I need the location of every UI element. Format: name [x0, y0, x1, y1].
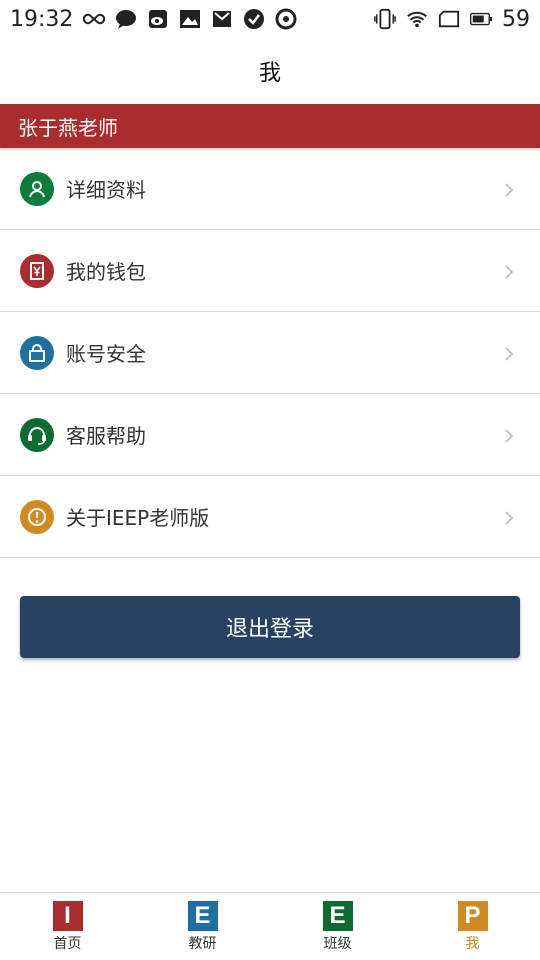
nav-label: 教研 — [188, 935, 217, 952]
status-time: 19:32 — [10, 6, 74, 32]
menu-item-label: 客服帮助 — [66, 424, 146, 448]
home-icon: I — [52, 900, 83, 931]
wifi-icon — [406, 8, 428, 30]
menu-item-security[interactable]: 账号安全 — [0, 312, 540, 394]
menu-item-support[interactable]: 客服帮助 — [0, 394, 540, 476]
infinity-icon — [83, 8, 106, 30]
menu-item-wallet[interactable]: 我的钱包 — [0, 230, 540, 312]
check-icon — [243, 8, 265, 30]
menu-item-profile[interactable]: 详细资料 — [0, 148, 540, 230]
logout-label: 退出登录 — [225, 617, 314, 642]
vibrate-icon — [374, 8, 396, 30]
nav-item-me[interactable]: P 我 — [405, 893, 540, 960]
info-icon — [20, 499, 54, 534]
chat-icon — [115, 8, 137, 30]
nav-label: 我 — [465, 935, 480, 952]
image-icon — [179, 8, 201, 30]
class-icon: E — [322, 900, 353, 931]
wallet-icon — [20, 253, 54, 288]
menu-item-label: 详细资料 — [66, 178, 146, 202]
status-right: 59 — [374, 7, 530, 32]
settings-menu: 详细资料 我的钱包 账号安全 客服帮助 关于IEEP老师版 — [0, 148, 540, 558]
chevron-right-icon — [502, 346, 516, 361]
page-title: 我 — [258, 61, 281, 86]
page-header: 我 — [0, 38, 540, 104]
menu-item-label: 账号安全 — [66, 342, 146, 366]
logout-button[interactable]: 退出登录 — [20, 596, 520, 658]
research-icon: E — [187, 900, 218, 931]
chevron-right-icon — [502, 182, 516, 197]
menu-item-label: 我的钱包 — [66, 260, 146, 284]
user-name: 张于燕老师 — [18, 115, 118, 140]
nav-item-research[interactable]: E 教研 — [135, 893, 270, 960]
status-bar: 19:32 59 — [0, 0, 540, 38]
weibo-icon — [147, 8, 169, 30]
status-left: 19:32 — [10, 7, 297, 32]
user-icon — [20, 171, 54, 206]
lock-icon — [20, 335, 54, 370]
nav-item-home[interactable]: I 首页 — [0, 893, 135, 960]
bottom-nav: I 首页 E 教研 E 班级 P 我 — [0, 892, 540, 960]
sync-icon — [275, 8, 297, 30]
menu-item-label: 关于IEEP老师版 — [66, 506, 210, 530]
menu-item-about[interactable]: 关于IEEP老师版 — [0, 476, 540, 558]
nav-label: 班级 — [323, 935, 352, 952]
me-icon: P — [457, 900, 488, 931]
nav-label: 首页 — [53, 935, 82, 952]
sim-icon — [438, 8, 460, 30]
chevron-right-icon — [502, 510, 516, 525]
nav-item-class[interactable]: E 班级 — [270, 893, 405, 960]
mail-icon — [211, 8, 233, 30]
chevron-right-icon — [502, 264, 516, 279]
headset-icon — [20, 417, 54, 452]
battery-icon — [470, 8, 492, 30]
battery-level: 59 — [502, 6, 530, 32]
chevron-right-icon — [502, 428, 516, 443]
user-name-bar: 张于燕老师 — [0, 104, 540, 148]
